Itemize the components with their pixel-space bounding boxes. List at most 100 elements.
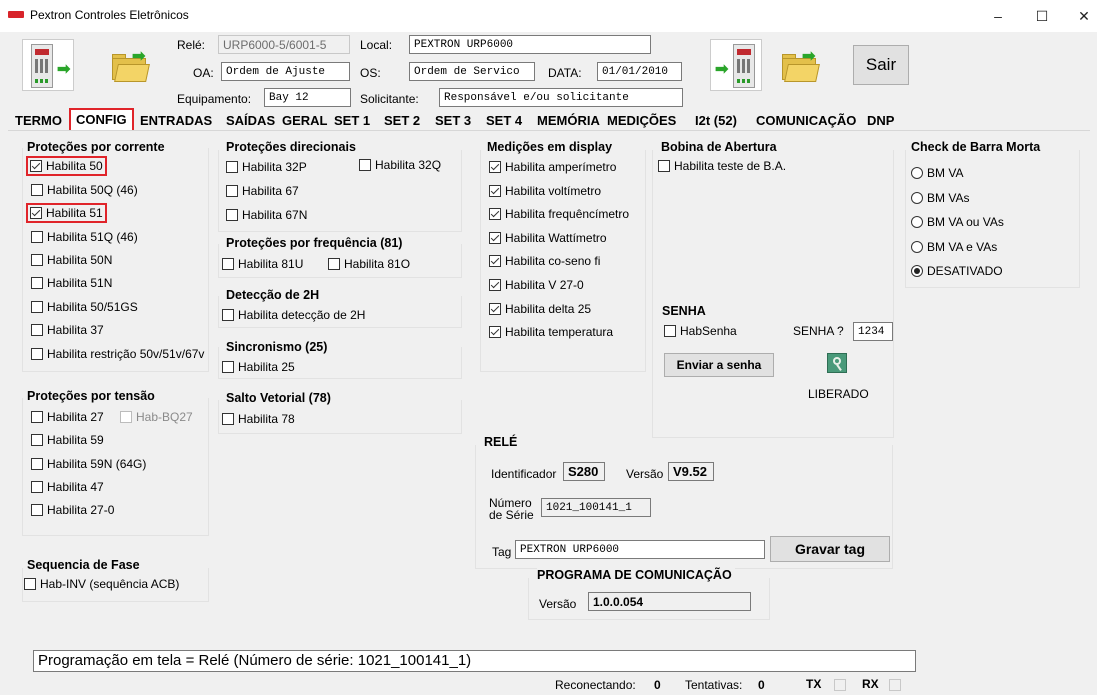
radio-barra-3[interactable]: BM VA e VAs [911,239,997,255]
data-field[interactable]: 01/01/2010 [597,62,682,81]
sair-button[interactable]: Sair [853,45,909,85]
reconectando-label: Reconectando: [555,678,636,692]
relay-download-icon[interactable]: ➡ [22,39,74,91]
checkbox-medicao-2[interactable]: Habilita frequêncímetro [489,206,629,222]
medicoes-title: Medições em display [487,140,616,154]
relay-upload-icon[interactable]: ➡ [710,39,762,91]
tab-entradas[interactable]: ENTRADAS [140,111,212,130]
corrente-title: Proteções por corrente [27,140,168,154]
solicitante-field[interactable]: Responsável e/ou solicitante [439,88,683,107]
checkbox-medicao-7[interactable]: Habilita temperatura [489,324,613,340]
senha-field[interactable]: 1234 [853,322,893,341]
checkbox-habilita-47[interactable]: Habilita 47 [31,479,104,495]
rx-indicator [889,679,901,691]
unlock-icon [827,353,847,373]
radio-barra-2[interactable]: BM VA ou VAs [911,214,1004,230]
checkbox-medicao-1[interactable]: Habilita voltímetro [489,183,601,199]
oa-field[interactable]: Ordem de Ajuste [221,62,350,81]
close-button[interactable]: ✕ [1066,4,1097,28]
tab-saidas[interactable]: SAÍDAS [226,111,275,130]
checkbox-medicao-4[interactable]: Habilita co-seno fi [489,253,600,269]
tab-set4[interactable]: SET 4 [486,111,522,130]
checkbox-corrente-4[interactable]: Habilita 50N [31,252,112,268]
oa-label: OA: [193,66,214,80]
checkbox-habilita-25[interactable]: Habilita 25 [222,359,295,375]
checkbox-habilita-78[interactable]: Habilita 78 [222,411,295,427]
checkbox-corrente-0[interactable]: Habilita 50 [26,156,107,176]
tentativas-value: 0 [758,678,765,692]
checkbox-habilita-59n[interactable]: Habilita 59N (64G) [31,456,146,472]
checkbox-corrente-6[interactable]: Habilita 50/51GS [31,299,138,315]
enviar-senha-button[interactable]: Enviar a senha [664,353,774,377]
checkbox-teste-ba[interactable]: Habilita teste de B.A. [658,158,786,174]
tab-medicoes[interactable]: MEDIÇÕES [607,111,676,130]
minimize-button[interactable]: – [980,4,1016,28]
tab-config[interactable]: CONFIG [69,108,134,132]
checkbox-habilita-59[interactable]: Habilita 59 [31,432,104,448]
checkbox-corrente-1[interactable]: Habilita 50Q (46) [31,182,138,198]
tab-memoria[interactable]: MEMÓRIA [537,111,600,130]
tab-dnp[interactable]: DNP [867,111,894,130]
identificador-label: Identificador [491,467,557,481]
open-folder-icon[interactable]: ➡ [110,48,150,84]
senha-title: SENHA [662,304,709,318]
radio-barra-4[interactable]: DESATIVADO [911,263,1003,279]
tab-i2t[interactable]: I2t (52) [695,111,737,130]
versao-field: V9.52 [668,462,714,481]
programa-title: PROGRAMA DE COMUNICAÇÃO [537,568,735,582]
os-field[interactable]: Ordem de Servico [409,62,535,81]
maximize-button[interactable]: ☐ [1024,4,1060,28]
checkbox-habilita-67[interactable]: Habilita 67 [226,183,299,199]
checkbox-corrente-8[interactable]: Habilita restrição 50v/51v/67v [31,346,204,362]
identificador-field: S280 [563,462,605,481]
tag-field[interactable]: PEXTRON URP6000 [515,540,765,559]
tab-comunicacao[interactable]: COMUNICAÇÃO [756,111,856,130]
checkbox-medicao-3[interactable]: Habilita Wattímetro [489,230,607,246]
rele-field: URP6000-5/6001-5 [218,35,350,54]
equipamento-field[interactable]: Bay 12 [264,88,351,107]
reconectando-value: 0 [654,678,661,692]
local-field[interactable]: PEXTRON URP6000 [409,35,651,54]
radio-barra-1[interactable]: BM VAs [911,190,969,206]
checkbox-habilita-2h[interactable]: Habilita detecção de 2H [222,307,365,323]
checkbox-habilita-32p[interactable]: Habilita 32P [226,159,307,175]
checkbox-medicao-6[interactable]: Habilita delta 25 [489,301,591,317]
checkbox-corrente-3[interactable]: Habilita 51Q (46) [31,229,138,245]
barra-title: Check de Barra Morta [911,140,1044,154]
tab-termo[interactable]: TERMO [15,111,62,130]
tab-set2[interactable]: SET 2 [384,111,420,130]
save-folder-icon[interactable]: ➡ [780,48,820,84]
checkbox-habilita-81u[interactable]: Habilita 81U [222,256,303,272]
checkbox-habilita-27-0[interactable]: Habilita 27-0 [31,502,114,518]
data-label: DATA: [548,66,582,80]
checkbox-habilita-81o[interactable]: Habilita 81O [328,256,410,272]
sincronismo-title: Sincronismo (25) [226,340,331,354]
tab-set3[interactable]: SET 3 [435,111,471,130]
serie-label: Número de Série [489,496,534,522]
checkbox-hab-inv[interactable]: Hab-INV (sequência ACB) [24,576,179,592]
checkbox-medicao-0[interactable]: Habilita amperímetro [489,159,616,175]
salto-title: Salto Vetorial (78) [226,391,334,405]
deteccao-title: Detecção de 2H [226,288,323,302]
bobina-title: Bobina de Abertura [661,140,780,154]
local-label: Local: [360,38,393,52]
rele-title: RELÉ [484,435,521,449]
checkbox-corrente-5[interactable]: Habilita 51N [31,275,112,291]
tx-label: TX [806,677,822,691]
checkbox-corrente-2[interactable]: Habilita 51 [26,203,107,223]
rele-label: Relé: [177,38,206,52]
checkbox-medicao-5[interactable]: Habilita V 27-0 [489,277,584,293]
gravar-tag-button[interactable]: Gravar tag [770,536,890,562]
tensao-title: Proteções por tensão [27,389,158,403]
checkbox-hab-bq27: Hab-BQ27 [120,409,193,425]
checkbox-habilita-67n[interactable]: Habilita 67N [226,207,307,223]
tab-set1[interactable]: SET 1 [334,111,370,130]
app-logo-icon [8,11,24,18]
checkbox-habsenha[interactable]: HabSenha [664,323,737,339]
checkbox-habilita-27[interactable]: Habilita 27 [31,409,104,425]
checkbox-corrente-7[interactable]: Habilita 37 [31,322,104,338]
radio-barra-0[interactable]: BM VA [911,165,963,181]
checkbox-habilita-32q[interactable]: Habilita 32Q [359,157,441,173]
tab-geral[interactable]: GERAL [282,111,328,130]
frequencia-title: Proteções por frequência (81) [226,236,406,250]
